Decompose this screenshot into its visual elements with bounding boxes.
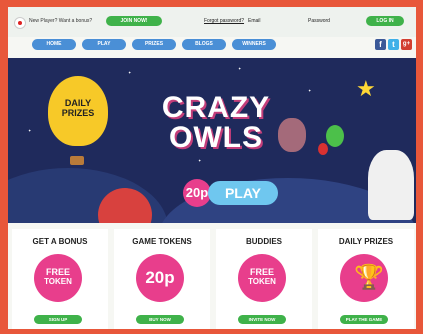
card-title: BUDDIES bbox=[245, 237, 282, 246]
card-title: DAILY PRIZES bbox=[338, 237, 394, 246]
game-title: CRAZY OWLS bbox=[161, 91, 271, 154]
balloon-label: DAILY PRIZES bbox=[61, 98, 95, 118]
card-bonus: GET A BONUS FREE TOKEN SIGN UP bbox=[12, 229, 108, 329]
hero-banner[interactable]: ✦ ✦ ✦ ✦ ✦ ★ DAILY PRIZES CRAZY OWLS 20p PL… bbox=[8, 58, 416, 223]
join-now-button[interactable]: JOIN NOW! bbox=[106, 16, 162, 26]
nav-home[interactable]: HOME bbox=[32, 39, 76, 50]
card-daily-prizes: DAILY PRIZES 🏆 PLAY THE GAME bbox=[318, 229, 414, 329]
star-icon: ✦ bbox=[128, 70, 132, 75]
page-frame: New Player? Want a bonus? JOIN NOW! Forg… bbox=[8, 7, 416, 329]
star-icon: ✦ bbox=[308, 88, 312, 93]
card-title: GAME TOKENS bbox=[132, 237, 192, 246]
nav-prizes[interactable]: PRIZES bbox=[132, 39, 176, 50]
email-label[interactable]: Email bbox=[248, 18, 261, 24]
password-label[interactable]: Password bbox=[308, 18, 330, 24]
yellow-star-icon: ★ bbox=[356, 76, 376, 101]
sign-up-button[interactable]: SIGN UP bbox=[34, 315, 82, 324]
buy-now-button[interactable]: BUY NOW bbox=[136, 315, 184, 324]
token-price-icon: 20p bbox=[136, 254, 184, 302]
card-game-tokens: GAME TOKENS 20p BUY NOW bbox=[114, 229, 210, 329]
forgot-password-link[interactable]: Forgot password? bbox=[204, 18, 244, 24]
login-button[interactable]: LOG IN bbox=[366, 16, 404, 26]
green-balloon bbox=[326, 125, 344, 147]
play-the-game-button[interactable]: PLAY THE GAME bbox=[340, 315, 388, 324]
card-buddies: BUDDIES FREE TOKEN INVITE NOW bbox=[216, 229, 312, 329]
free-token-icon: FREE TOKEN bbox=[238, 254, 286, 302]
nav-play[interactable]: PLAY bbox=[82, 39, 126, 50]
nav-winners[interactable]: WINNERS bbox=[232, 39, 276, 50]
price-badge: 20p bbox=[183, 179, 211, 207]
owl-character bbox=[278, 118, 306, 152]
nav-blogs[interactable]: BLOGS bbox=[182, 39, 226, 50]
star-icon: ✦ bbox=[28, 128, 32, 133]
facebook-icon[interactable]: f bbox=[375, 39, 386, 50]
google-plus-icon[interactable]: g+ bbox=[401, 39, 412, 50]
feature-cards: GET A BONUS FREE TOKEN SIGN UP GAME TOKE… bbox=[8, 226, 416, 329]
play-button[interactable]: PLAY bbox=[208, 181, 278, 205]
star-icon: ✦ bbox=[238, 66, 242, 71]
red-balloon bbox=[318, 143, 328, 155]
free-token-icon: FREE TOKEN bbox=[34, 254, 82, 302]
language-flag-icon[interactable] bbox=[14, 17, 26, 29]
twitter-icon[interactable]: t bbox=[388, 39, 399, 50]
new-player-text: New Player? Want a bonus? bbox=[29, 18, 93, 24]
card-title: GET A BONUS bbox=[32, 237, 88, 246]
balloon-basket bbox=[70, 156, 84, 165]
star-icon: ✦ bbox=[198, 158, 202, 163]
invite-now-button[interactable]: INVITE NOW bbox=[238, 315, 286, 324]
top-bar: New Player? Want a bonus? JOIN NOW! Forg… bbox=[8, 7, 416, 37]
trophy-icon: 🏆 bbox=[340, 254, 388, 302]
fox-character bbox=[368, 150, 414, 220]
